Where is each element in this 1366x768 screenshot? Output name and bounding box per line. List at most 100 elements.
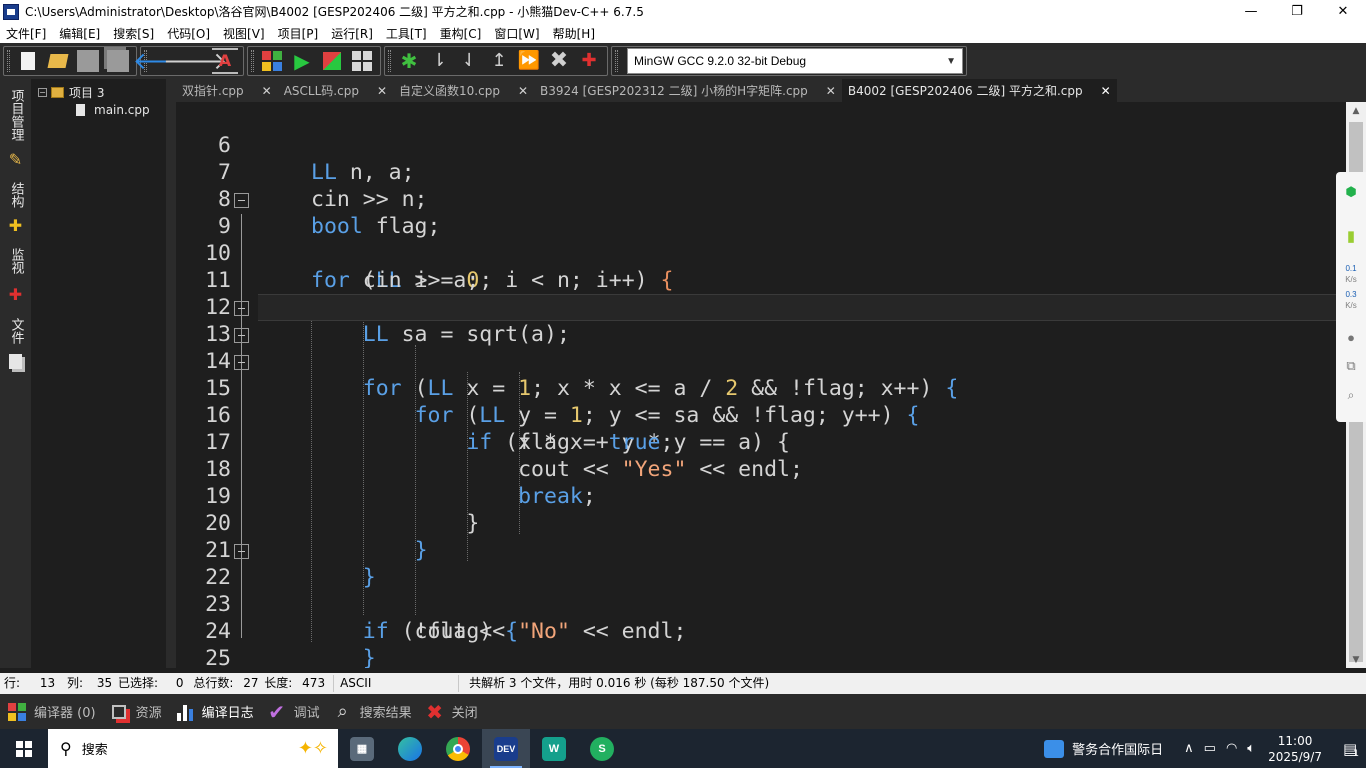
compiler-select[interactable]: MinGW GCC 9.2.0 32-bit Debug ▼	[627, 48, 963, 74]
windows-icon	[16, 740, 32, 757]
taskbar-chrome[interactable]	[434, 729, 482, 768]
tab-close[interactable]: ✖ 关闭	[418, 694, 484, 729]
wps-icon: W	[542, 736, 566, 761]
menu-tools[interactable]: 工具[T]	[380, 25, 434, 42]
tab-compile-log[interactable]: 编译日志	[168, 694, 260, 729]
project-tree: − 项目 3 main.cpp	[31, 79, 166, 668]
close-icon[interactable]: ✕	[826, 84, 836, 98]
resources-icon	[108, 701, 130, 723]
rebuild-icon[interactable]	[349, 48, 375, 74]
network-monitor-widget[interactable]: ⬢ ▮ 0.1 K/s 0.3 K/s ● ⧉ ⌕	[1336, 172, 1366, 422]
new-file-icon[interactable]	[15, 48, 41, 74]
close-icon[interactable]: ✕	[1101, 84, 1111, 98]
start-button[interactable]	[0, 729, 48, 768]
battery-icon[interactable]: ▭	[1204, 741, 1216, 756]
screenshot-icon[interactable]: ⧉	[1340, 358, 1362, 374]
editor-tab[interactable]: B3924 [GESP202312 二级] 小杨的H字矩阵.cpp ✕	[534, 79, 842, 102]
menu-edit[interactable]: 编辑[E]	[53, 25, 107, 42]
tree-item-file[interactable]: main.cpp	[76, 103, 150, 117]
search-icon[interactable]: ⌕	[1340, 388, 1362, 403]
add-watch-icon[interactable]: ✚	[576, 48, 602, 74]
editor-tab[interactable]: ASCLL码.cpp ✕	[278, 79, 393, 102]
code-line: 8 bool flag;	[218, 187, 441, 239]
clock[interactable]: 11:00 2025/9/7	[1268, 733, 1322, 765]
menu-project[interactable]: 项目[P]	[272, 25, 326, 42]
close-icon[interactable]: ✕	[377, 84, 387, 98]
scroll-down-icon[interactable]: ▼	[1346, 651, 1366, 668]
minimize-button[interactable]: —	[1228, 0, 1274, 23]
run-icon[interactable]: ▶	[289, 48, 315, 74]
taskbar-calculator[interactable]: ▦	[338, 729, 386, 768]
menu-search[interactable]: 搜索[S]	[107, 25, 161, 42]
notification-button[interactable]: ▤ 1	[1336, 739, 1366, 759]
debug-icon[interactable]: ✱	[396, 48, 422, 74]
edge-icon	[398, 736, 422, 761]
collapse-icon[interactable]: −	[38, 88, 47, 97]
tab-structure[interactable]: 结构	[4, 177, 28, 213]
file-icon	[76, 104, 85, 116]
tab-watch[interactable]: 监视	[4, 243, 28, 279]
menu-file[interactable]: 文件[F]	[0, 25, 53, 42]
tab-compiler[interactable]: 编译器 (0)	[0, 694, 102, 729]
menu-view[interactable]: 视图[V]	[217, 25, 272, 42]
news-widget[interactable]: 警务合作国际日	[1044, 739, 1163, 758]
save-icon[interactable]	[75, 48, 101, 74]
taskbar-app-w[interactable]: W	[530, 729, 578, 768]
tab-project-manager[interactable]: 项目管理	[4, 85, 28, 145]
step-out-icon[interactable]: ↥	[486, 48, 512, 74]
fold-toggle-icon[interactable]	[234, 544, 249, 559]
fold-toggle-icon[interactable]	[234, 355, 249, 370]
maximize-button[interactable]: ❐	[1274, 0, 1320, 23]
chat-icon[interactable]: ●	[1340, 330, 1362, 345]
compiler-select-value: MinGW GCC 9.2.0 32-bit Debug	[634, 54, 807, 68]
redo-icon[interactable]: 🡒	[163, 48, 227, 74]
fold-toggle-icon[interactable]	[234, 193, 249, 208]
close-button[interactable]: ✕	[1320, 0, 1366, 23]
status-sel: 0	[175, 676, 184, 690]
menu-run[interactable]: 运行[R]	[325, 25, 380, 42]
taskbar-edge[interactable]	[386, 729, 434, 768]
taskbar: ⚲ 搜索 ✦✧ ▦ DEV W S 警务合作国际日 ∧ ▭ ◠ 🔈︎ 11:00…	[0, 729, 1366, 768]
compile-icon[interactable]	[259, 48, 285, 74]
fold-toggle-icon[interactable]	[234, 301, 249, 316]
toolbar-compiler-group: MinGW GCC 9.2.0 32-bit Debug ▼	[611, 46, 967, 76]
editor-tab-active[interactable]: B4002 [GESP202406 二级] 平方之和.cpp ✕	[841, 79, 1117, 102]
code-line: 16 flag = true;	[205, 403, 674, 455]
menu-help[interactable]: 帮助[H]	[547, 25, 602, 42]
menu-window[interactable]: 窗口[W]	[488, 25, 546, 42]
chevron-up-icon[interactable]: ∧	[1184, 741, 1194, 756]
taskbar-search-label: 搜索	[81, 743, 108, 758]
fold-toggle-icon[interactable]	[234, 328, 249, 343]
tab-search-results[interactable]: ⌕ 搜索结果	[326, 694, 418, 729]
wifi-icon[interactable]: ◠	[1226, 741, 1237, 756]
tab-debug[interactable]: ✔ 调试	[260, 694, 326, 729]
taskbar-search[interactable]: ⚲ 搜索 ✦✧	[48, 729, 338, 768]
stop-debug-icon[interactable]: ✖	[546, 48, 572, 74]
step-into-icon[interactable]: ⇃	[456, 48, 482, 74]
panel-splitter[interactable]	[166, 79, 176, 668]
editor-tab[interactable]: 双指针.cpp ✕	[176, 79, 278, 102]
menu-code[interactable]: 代码[O]	[161, 25, 217, 42]
open-file-icon[interactable]	[45, 48, 71, 74]
editor-tab[interactable]: 自定义函数10.cpp ✕	[393, 79, 534, 102]
volume-icon[interactable]: 🔈︎	[1247, 741, 1255, 756]
code-line: 12 LL sa = sqrt(a);	[205, 295, 570, 347]
tab-resources[interactable]: 资源	[102, 694, 168, 729]
save-all-icon[interactable]	[105, 48, 131, 74]
close-icon[interactable]: ✕	[518, 84, 528, 98]
tree-item-project[interactable]: − 项目 3	[38, 84, 104, 101]
tab-files[interactable]: 文件	[4, 313, 28, 349]
close-icon[interactable]: ✕	[262, 84, 272, 98]
scroll-up-icon[interactable]: ▲	[1346, 102, 1366, 119]
taskbar-devcpp[interactable]: DEV	[482, 729, 530, 768]
status-encoding[interactable]: ASCII	[333, 675, 460, 692]
format-code-icon[interactable]: A	[212, 48, 238, 74]
code-editor[interactable]: 6 LL n, a; 7 cin >> n; 8 bool flag; 9 fo…	[176, 102, 1346, 668]
step-over-icon[interactable]: ⇂	[426, 48, 452, 74]
news-text: 警务合作国际日	[1072, 743, 1164, 758]
menu-refactor[interactable]: 重构[C]	[434, 25, 489, 42]
taskbar-app-s[interactable]: S	[578, 729, 626, 768]
continue-icon[interactable]: ⏩	[516, 48, 542, 74]
code-line: 7 cin >> n;	[218, 160, 428, 212]
compile-run-icon[interactable]	[319, 48, 345, 74]
